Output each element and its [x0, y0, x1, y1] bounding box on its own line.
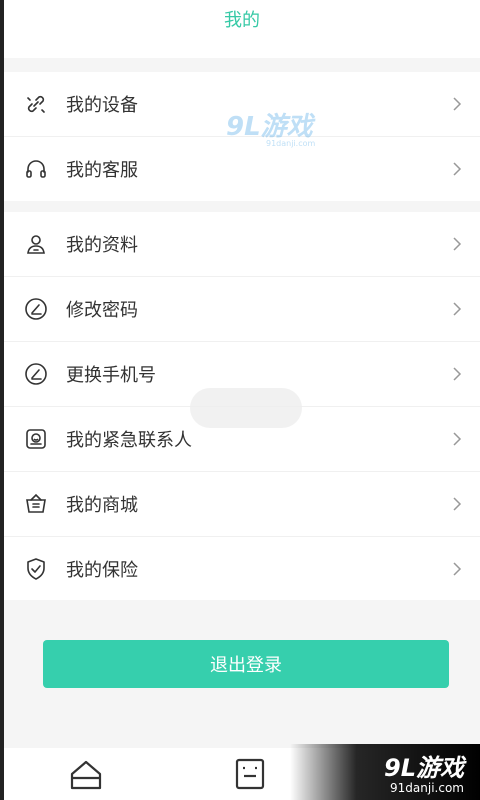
chevron-right-icon	[453, 562, 462, 576]
corner-watermark-domain: 91danji.com	[390, 781, 464, 795]
user-profile-icon	[24, 232, 48, 256]
menu-item-label: 我的商城	[66, 495, 138, 516]
page-title: 我的	[224, 10, 260, 31]
menu-item-label: 更换手机号	[66, 365, 156, 386]
menu-item-label: 我的保险	[66, 560, 138, 581]
menu-item-my-mall[interactable]: 我的商城	[4, 472, 480, 537]
menu-item-label: 我的客服	[66, 160, 138, 181]
menu-item-label: 我的紧急联系人	[66, 430, 192, 451]
menu-item-label: 我的资料	[66, 235, 138, 256]
edit-circle-icon	[24, 297, 48, 321]
corner-watermark-brand: 9L游戏	[384, 754, 464, 782]
chevron-right-icon	[453, 367, 462, 381]
page-header: 我的	[4, 0, 480, 58]
basket-icon	[24, 492, 48, 516]
menu-item-label: 修改密码	[66, 300, 138, 321]
chevron-right-icon	[453, 162, 462, 176]
home-icon	[70, 760, 102, 790]
receipt-icon	[235, 758, 265, 790]
toast-placeholder	[190, 388, 302, 428]
headset-icon	[24, 157, 48, 181]
menu-item-my-profile[interactable]: 我的资料	[4, 212, 480, 277]
watermark-domain: 91danji.com	[266, 139, 316, 148]
menu-item-change-password[interactable]: 修改密码	[4, 277, 480, 342]
chevron-right-icon	[453, 497, 462, 511]
chevron-right-icon	[453, 302, 462, 316]
watermark: 9L游戏 91danji.com	[226, 106, 315, 148]
menu-item-my-insurance[interactable]: 我的保险	[4, 537, 480, 601]
corner-watermark: 9L游戏 91danji.com	[290, 744, 480, 800]
nav-home[interactable]	[56, 756, 116, 800]
shield-check-icon	[24, 557, 48, 581]
edit-circle-icon	[24, 362, 48, 386]
chevron-right-icon	[453, 432, 462, 446]
logout-button[interactable]: 退出登录	[43, 640, 449, 688]
emergency-contact-icon	[24, 427, 48, 451]
logout-section: 退出登录	[4, 600, 480, 748]
nav-orders[interactable]	[220, 756, 280, 800]
menu-item-label: 我的设备	[66, 95, 138, 116]
chevron-right-icon	[453, 237, 462, 251]
chevron-right-icon	[453, 97, 462, 111]
left-edge-bar	[0, 0, 4, 800]
watermark-brand: 9L游戏	[226, 112, 313, 142]
link-icon	[24, 92, 48, 116]
